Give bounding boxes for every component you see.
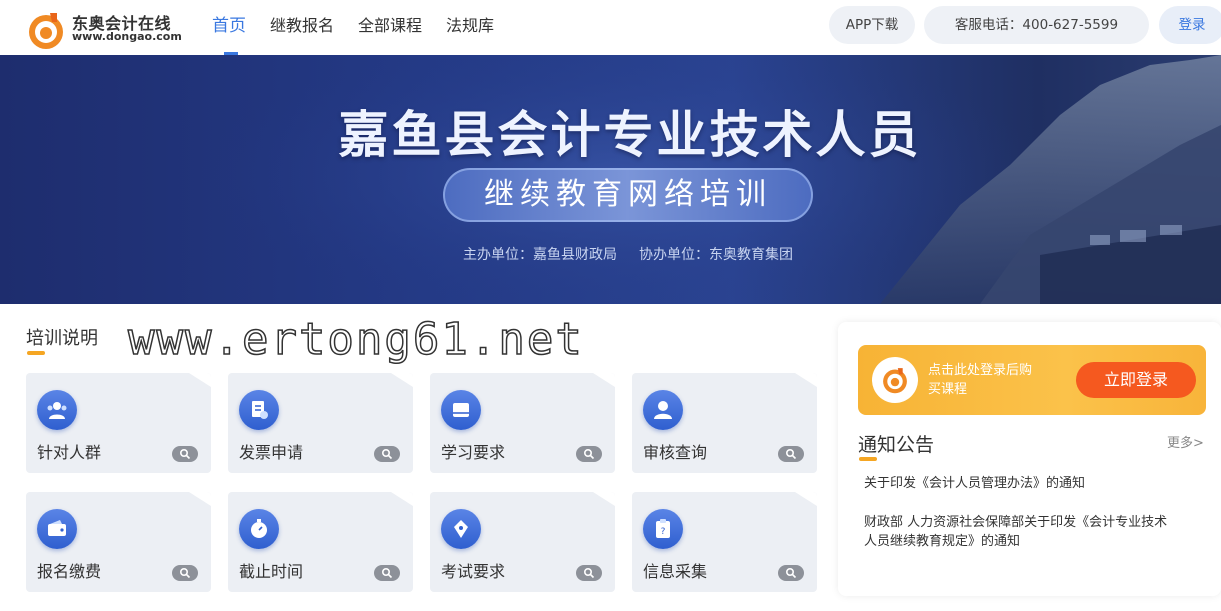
dongao-logo-icon bbox=[29, 13, 63, 49]
clipboard-icon: ? bbox=[643, 509, 683, 549]
book-icon bbox=[441, 390, 481, 430]
banner-co-host: 协办单位：东奥教育集团 bbox=[639, 247, 793, 263]
login-promo-banner[interactable]: 点击此处登录后购买课程 立即登录 bbox=[858, 345, 1206, 415]
hero-banner: 嘉鱼县会计专业技术人员 继续教育网络培训 主办单位：嘉鱼县财政局 协办单位：东奥教… bbox=[0, 55, 1221, 304]
card-deadline[interactable]: 截止时间 bbox=[228, 492, 413, 592]
card-study-requirements[interactable]: 学习要求 bbox=[430, 373, 615, 473]
site-logo[interactable]: 东奥会计在线 www.dongao.com bbox=[26, 8, 186, 49]
card-target-group[interactable]: 针对人群 bbox=[26, 373, 211, 473]
dongao-logo-icon bbox=[872, 357, 918, 403]
search-icon bbox=[576, 446, 602, 462]
stopwatch-icon bbox=[239, 509, 279, 549]
top-header: 东奥会计在线 www.dongao.com 首页 继教报名 全部课程 法规库 A… bbox=[0, 0, 1221, 55]
notice-more-link[interactable]: 更多> bbox=[1167, 432, 1204, 451]
card-exam-requirements[interactable]: 考试要求 bbox=[430, 492, 615, 592]
notice-item[interactable]: 关于印发《会计人员管理办法》的通知 bbox=[864, 474, 1184, 493]
banner-subtitle-pill: 继续教育网络培训 bbox=[443, 168, 813, 222]
training-section-title: 培训说明 bbox=[26, 328, 98, 349]
banner-organizers: 主办单位：嘉鱼县财政局 协办单位：东奥教育集团 bbox=[0, 244, 1221, 264]
card-review-query[interactable]: 审核查询 bbox=[632, 373, 817, 473]
nav-home[interactable]: 首页 bbox=[212, 0, 246, 55]
section-underline bbox=[27, 351, 45, 355]
notice-item[interactable]: 财政部 人力资源社会保障部关于印发《会计专业技术人员继续教育规定》的通知 bbox=[864, 513, 1169, 551]
banner-host: 主办单位：嘉鱼县财政局 bbox=[463, 247, 617, 263]
nav-enroll[interactable]: 继教报名 bbox=[270, 0, 334, 55]
notice-underline bbox=[859, 457, 877, 461]
search-icon bbox=[374, 565, 400, 581]
notice-title: 通知公告 bbox=[858, 434, 935, 456]
main-nav: 首页 继教报名 全部课程 法规库 bbox=[212, 0, 518, 55]
card-label: 信息采集 bbox=[643, 562, 708, 581]
app-download-button[interactable]: APP下载 bbox=[829, 6, 915, 44]
banner-subtitle: 继续教育网络培训 bbox=[484, 177, 772, 212]
search-icon bbox=[778, 565, 804, 581]
service-phone: 客服电话：400-627-5599 bbox=[924, 6, 1149, 44]
card-invoice-request[interactable]: 发票申请 bbox=[228, 373, 413, 473]
login-button[interactable]: 登录 bbox=[1159, 6, 1221, 44]
card-label: 学习要求 bbox=[441, 443, 506, 462]
card-label: 审核查询 bbox=[643, 443, 708, 462]
card-label: 报名缴费 bbox=[37, 562, 102, 581]
svg-text:?: ? bbox=[661, 527, 666, 537]
login-promo-text: 点击此处登录后购买课程 bbox=[928, 363, 1033, 397]
search-icon bbox=[374, 446, 400, 462]
nav-all-courses[interactable]: 全部课程 bbox=[358, 0, 422, 55]
banner-title: 嘉鱼县会计专业技术人员 bbox=[338, 106, 922, 164]
search-icon bbox=[576, 565, 602, 581]
invoice-icon bbox=[239, 390, 279, 430]
user-check-icon bbox=[643, 390, 683, 430]
search-icon bbox=[172, 446, 198, 462]
card-info-collection[interactable]: ? 信息采集 bbox=[632, 492, 817, 592]
card-label: 考试要求 bbox=[441, 562, 506, 581]
nav-regulations[interactable]: 法规库 bbox=[446, 0, 494, 55]
people-icon bbox=[37, 390, 77, 430]
logo-name-en: www.dongao.com bbox=[72, 30, 182, 43]
card-label: 针对人群 bbox=[37, 443, 102, 462]
login-now-button[interactable]: 立即登录 bbox=[1076, 362, 1196, 398]
wallet-icon bbox=[37, 509, 77, 549]
watermark-text: www.ertong61.net bbox=[127, 313, 584, 366]
pen-icon bbox=[441, 509, 481, 549]
card-label: 截止时间 bbox=[239, 562, 304, 581]
search-icon bbox=[778, 446, 804, 462]
card-registration-payment[interactable]: 报名缴费 bbox=[26, 492, 211, 592]
card-label: 发票申请 bbox=[239, 443, 304, 462]
search-icon bbox=[172, 565, 198, 581]
